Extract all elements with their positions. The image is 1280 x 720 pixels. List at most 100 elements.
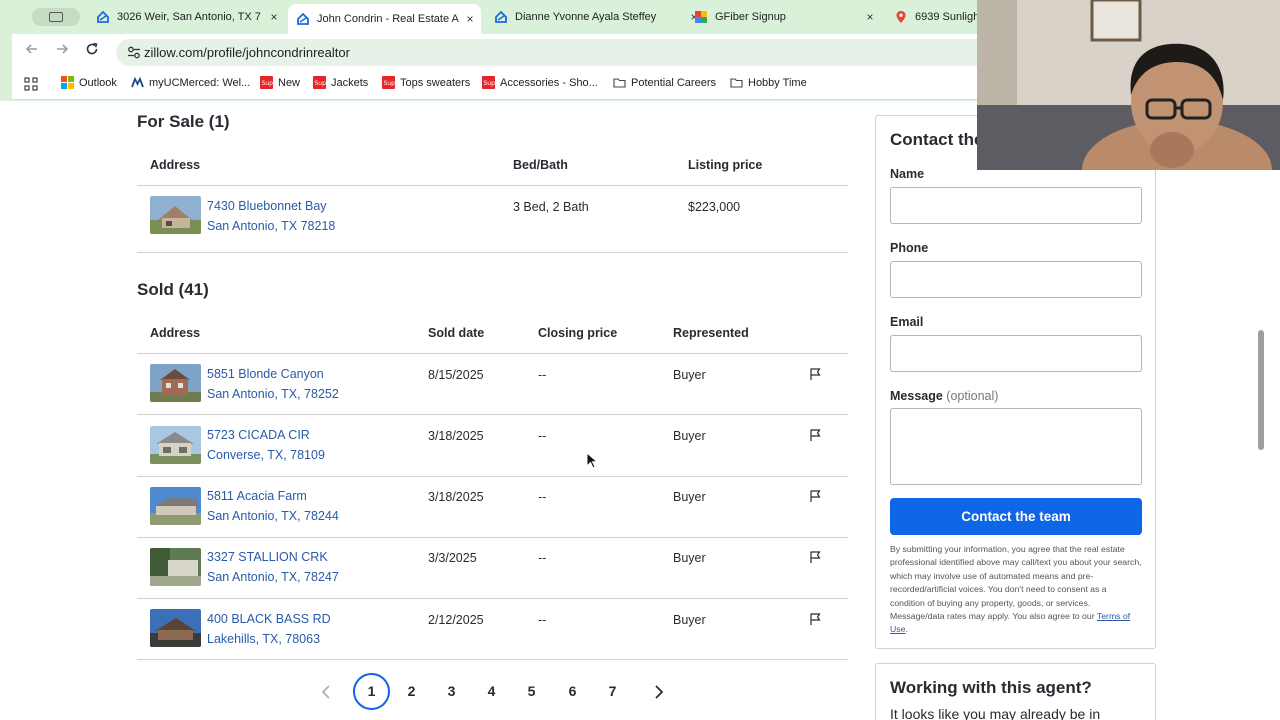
- bookmark-jackets[interactable]: Sup Jackets: [313, 76, 368, 89]
- address-city: San Antonio, TX, 78247: [207, 570, 339, 584]
- microsoft-icon: [61, 76, 74, 89]
- flag-icon[interactable]: [808, 367, 822, 381]
- close-icon[interactable]: ×: [267, 10, 281, 24]
- flag-icon[interactable]: [808, 489, 822, 503]
- address-bar[interactable]: zillow.com/profile/johncondrinrealtor: [116, 39, 977, 66]
- phone-field[interactable]: [890, 261, 1142, 298]
- tab-title: 3026 Weir, San Antonio, TX 7: [117, 11, 261, 23]
- divider: [137, 353, 848, 354]
- sold-date-value: 3/18/2025: [428, 490, 484, 504]
- tab-3026-weir[interactable]: 3026 Weir, San Antonio, TX 7 ×: [96, 4, 281, 30]
- page-button-4[interactable]: 4: [473, 673, 510, 710]
- bookmark-tops-sweaters[interactable]: Sup Tops sweaters: [382, 76, 470, 89]
- property-photo[interactable]: [150, 487, 201, 525]
- column-header-closing-price: Closing price: [538, 326, 618, 340]
- bookmark-hobby-time[interactable]: Hobby Time: [730, 76, 807, 89]
- apps-grid-icon[interactable]: [24, 77, 38, 91]
- bookmark-label: Accessories - Sho...: [500, 76, 598, 89]
- contact-team-button[interactable]: Contact the team: [890, 498, 1142, 535]
- property-photo[interactable]: [150, 196, 201, 234]
- folder-icon: [730, 78, 743, 88]
- page-button-1[interactable]: 1: [353, 673, 390, 710]
- page-button-3[interactable]: 3: [433, 673, 470, 710]
- bookmark-label: Potential Careers: [631, 76, 716, 89]
- column-header-address: Address: [150, 326, 201, 340]
- address-city: Lakehills, TX, 78063: [207, 632, 321, 646]
- bookmark-label: myUCMerced: Wel...: [149, 76, 251, 89]
- svg-text:Sup: Sup: [315, 80, 327, 87]
- page-scrollbar[interactable]: [1258, 330, 1264, 450]
- property-photo[interactable]: [150, 364, 201, 402]
- bookmark-potential-careers[interactable]: Potential Careers: [613, 76, 716, 89]
- sold-address-link[interactable]: 5723 CICADA CIR Converse, TX, 78109: [207, 425, 325, 465]
- page-button-6[interactable]: 6: [554, 673, 591, 710]
- sold-date-value: 8/15/2025: [428, 368, 484, 382]
- flag-icon[interactable]: [808, 428, 822, 442]
- closing-price-value: --: [538, 429, 547, 443]
- message-label-text: Message: [890, 389, 943, 403]
- address-street: 400 BLACK BASS RD: [207, 612, 331, 626]
- sold-address-link[interactable]: 400 BLACK BASS RD Lakehills, TX, 78063: [207, 609, 331, 649]
- represented-value: Buyer: [673, 613, 706, 627]
- bookmark-label: Tops sweaters: [400, 76, 471, 89]
- flag-icon[interactable]: [808, 550, 822, 564]
- page-button-7[interactable]: 7: [594, 673, 631, 710]
- address-city: San Antonio, TX, 78244: [207, 509, 339, 523]
- sold-address-link[interactable]: 5811 Acacia Farm San Antonio, TX, 78244: [207, 486, 339, 526]
- property-photo[interactable]: [150, 609, 201, 647]
- tab-title: GFiber Signup: [715, 11, 786, 23]
- close-icon[interactable]: ×: [463, 12, 477, 26]
- tab-6939-sunlight[interactable]: 6939 Sunligh: [894, 4, 977, 30]
- working-with-agent-card: Working with this agent? It looks like y…: [875, 663, 1156, 720]
- tab-gfiber-signup[interactable]: GFiber Signup ×: [694, 4, 877, 30]
- listing-address-link[interactable]: 7430 Bluebonnet Bay San Antonio, TX 7821…: [207, 196, 335, 236]
- tab-john-condrin[interactable]: John Condrin - Real Estate Ag ×: [288, 4, 481, 34]
- forward-button[interactable]: [52, 42, 72, 62]
- bookmark-myucmerced[interactable]: myUCMerced: Wel...: [131, 76, 250, 89]
- divider: [137, 476, 848, 477]
- tab-search-button[interactable]: [32, 8, 80, 26]
- supreme-icon: Sup: [482, 76, 495, 89]
- address-city: San Antonio, TX, 78252: [207, 387, 339, 401]
- bookmarks-bar: Outlook myUCMerced: Wel... Sup New Sup J…: [12, 70, 977, 100]
- bookmark-accessories[interactable]: Sup Accessories - Sho...: [482, 76, 598, 89]
- close-icon[interactable]: ×: [863, 10, 877, 24]
- folder-icon: [613, 78, 626, 88]
- sold-address-link[interactable]: 5851 Blonde Canyon San Antonio, TX, 7825…: [207, 364, 339, 404]
- arrow-left-icon: [25, 44, 37, 54]
- represented-value: Buyer: [673, 551, 706, 565]
- property-photo[interactable]: [150, 548, 201, 586]
- flag-icon[interactable]: [808, 612, 822, 626]
- bookmark-outlook[interactable]: Outlook: [61, 76, 117, 89]
- back-button[interactable]: [22, 42, 42, 62]
- address-street: 3327 STALLION CRK: [207, 550, 328, 564]
- consent-disclaimer: By submitting your information, you agre…: [890, 543, 1142, 637]
- divider: [137, 252, 848, 253]
- svg-text:Sup: Sup: [384, 80, 396, 87]
- chevron-left-icon[interactable]: [317, 682, 337, 702]
- tab-strip: 3026 Weir, San Antonio, TX 7 × John Cond…: [12, 0, 977, 34]
- tab-title: John Condrin - Real Estate Ag: [317, 13, 459, 25]
- page-button-5[interactable]: 5: [513, 673, 550, 710]
- divider: [137, 659, 848, 660]
- chevron-right-icon[interactable]: [648, 682, 668, 702]
- divider: [137, 537, 848, 538]
- svg-text:Sup: Sup: [484, 80, 496, 87]
- bookmark-new[interactable]: Sup New: [260, 76, 300, 89]
- message-label: Message (optional): [890, 389, 998, 403]
- name-field[interactable]: [890, 187, 1142, 224]
- message-textarea[interactable]: [890, 408, 1142, 485]
- email-field[interactable]: [890, 335, 1142, 372]
- tab-dianne-steffey[interactable]: Dianne Yvonne Ayala Steffey ×: [494, 4, 701, 30]
- arrow-right-icon: [57, 44, 69, 54]
- url-text: zillow.com/profile/johncondrinrealtor: [144, 45, 350, 60]
- zillow-icon: [297, 12, 309, 25]
- supreme-icon: Sup: [260, 76, 273, 89]
- svg-text:Sup: Sup: [262, 80, 274, 87]
- sold-address-link[interactable]: 3327 STALLION CRK San Antonio, TX, 78247: [207, 547, 339, 587]
- reload-button[interactable]: [82, 42, 102, 62]
- property-photo[interactable]: [150, 426, 201, 464]
- supreme-icon: Sup: [313, 76, 326, 89]
- page-button-2[interactable]: 2: [393, 673, 430, 710]
- address-street: 5811 Acacia Farm: [207, 489, 307, 503]
